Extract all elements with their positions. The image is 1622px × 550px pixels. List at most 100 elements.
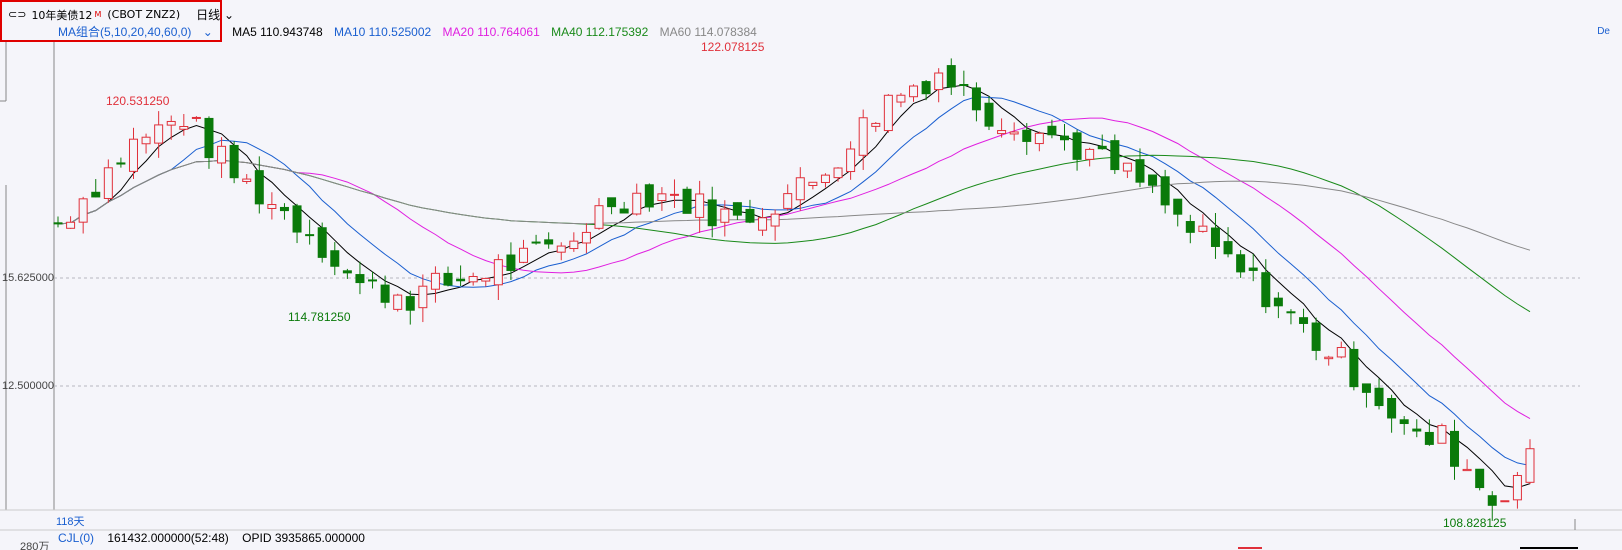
candle-body [896,94,906,103]
candle-body [1185,221,1195,233]
candle-body [1059,135,1069,141]
candle-body [1273,297,1283,307]
candle [317,222,327,263]
candle-body [1160,176,1170,206]
candle-body [1424,431,1434,445]
candle [519,239,529,264]
candle [1034,131,1044,152]
candle [896,92,906,108]
candle [141,133,151,154]
candle-body [820,174,830,183]
candle [418,274,428,323]
candle [745,199,755,224]
candle-body [53,222,63,225]
candle-body [1349,348,1359,388]
high-annotation-2: 122.078125 [701,40,765,54]
candle [669,179,679,208]
candle [569,232,579,252]
ma-legend: MA组合(5,10,20,40,60,0) ⌄ MA5 110.943748 M… [58,23,765,40]
candle-body [506,254,516,271]
candle-body [1450,430,1460,467]
candle [66,216,76,229]
candle-body [1009,131,1019,135]
volume-value: 161432.000000(52:48) [107,531,229,545]
chart-window: ⊂⊃ 10年美债12 M (CBOT ZNZ2) 日线 ⌄ MA组合(5,10,2… [0,0,1622,550]
candle [632,183,642,216]
axis-tick-2: 12.500000 [2,380,54,392]
candle-body [128,138,138,172]
candle-body [783,193,793,209]
candle [1160,169,1170,214]
ma5-line [57,84,1531,489]
cjl-indicator[interactable]: CJL(0) [58,531,94,545]
candle [1437,423,1447,444]
candle-body [368,279,378,282]
candle-body [745,208,755,223]
candle-body [594,205,604,229]
candle [103,159,113,203]
candle [959,70,969,96]
candle [1009,122,1019,141]
candle-body [418,285,428,309]
candle [116,157,126,168]
candle [833,167,843,182]
candle-body [959,84,969,87]
candle [1324,355,1334,366]
candle [883,94,893,133]
candle-body [682,188,692,214]
candle-body [279,206,289,212]
candle-body [569,240,579,250]
ma-group-selector[interactable]: MA组合(5,10,20,40,60,0) ⌄ [58,25,221,39]
candle [1412,419,1422,438]
candle-body [1097,145,1107,150]
candle-body [971,87,981,111]
candle-body [1399,419,1409,425]
candle [1424,419,1434,446]
indicator-row: CJL(0) 161432.000000(52:48) OPID 3935865… [58,531,365,545]
candle [217,137,227,178]
candle [581,223,591,254]
link-icon[interactable]: ⊂⊃ [8,8,26,21]
candle [909,84,919,102]
candle [305,219,315,245]
candle [1361,383,1371,408]
candle-body [1261,272,1271,308]
candle-body [1324,356,1334,360]
candle-body [179,126,189,130]
candle-body [456,278,466,282]
candle-body [519,247,529,263]
candle [657,187,667,211]
candle-body [66,221,76,229]
candle [1512,471,1522,509]
candle-body [393,294,403,310]
candle [594,198,604,230]
candle-body [1500,500,1510,503]
candle [946,58,956,95]
chevron-down-icon[interactable]: ⌄ [199,25,213,39]
period-selector[interactable]: 日线 ⌄ [196,6,234,23]
candle-body [317,227,327,258]
candle-body [1286,311,1296,314]
candlestick-chart[interactable] [0,0,1622,550]
candle [493,254,503,300]
candle-body [619,208,629,214]
candle [292,203,302,244]
candle [783,184,793,211]
chevron-down-icon[interactable]: ⌄ [220,8,234,22]
candle-body [405,296,415,311]
candle-body [380,284,390,303]
candle-body [493,259,503,286]
candle [1273,292,1283,319]
ma20-line [57,117,1531,420]
ma20-value: MA20 110.764061 [442,25,540,39]
candle-body [1374,387,1384,407]
ma40-value: MA40 112.175392 [551,25,649,39]
candle-body [758,217,768,231]
ma60-line [57,159,1531,251]
candle-body [254,170,264,205]
candle-body [141,136,151,145]
candle [997,118,1007,138]
candle [695,180,705,233]
candle [91,179,101,198]
candle-body [732,202,742,216]
